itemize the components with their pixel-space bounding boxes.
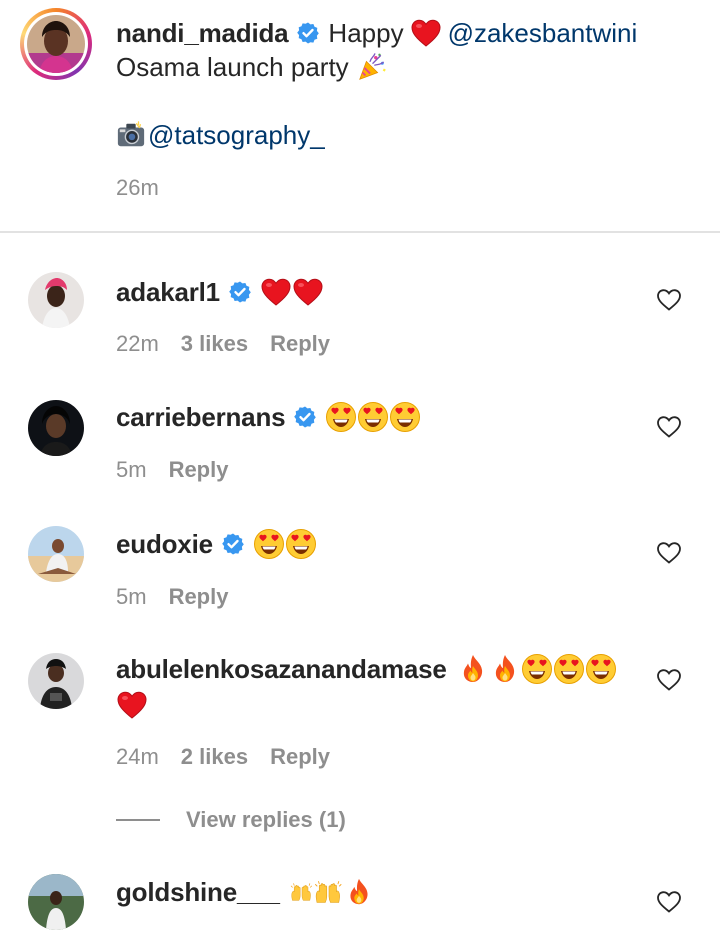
comment-timestamp: 22m bbox=[116, 331, 159, 356]
avatar[interactable] bbox=[28, 874, 84, 930]
raised-hands-emoji-icon bbox=[290, 880, 314, 904]
like-heart-icon[interactable] bbox=[656, 288, 682, 312]
comment-likes-count[interactable]: 3 likes bbox=[181, 331, 248, 357]
reply-button[interactable]: Reply bbox=[270, 744, 330, 770]
heart-eyes-emoji-icon bbox=[253, 528, 285, 560]
avatar[interactable] bbox=[28, 400, 84, 456]
avatar[interactable] bbox=[28, 653, 84, 709]
view-replies-button[interactable]: View replies (1) bbox=[186, 807, 346, 833]
party-popper-emoji-icon bbox=[357, 52, 387, 82]
red-heart-emoji-icon bbox=[260, 277, 292, 307]
fire-emoji-icon bbox=[457, 653, 489, 685]
fire-emoji-icon bbox=[489, 653, 521, 685]
verified-badge-icon bbox=[296, 21, 320, 45]
heart-eyes-emoji-icon bbox=[553, 653, 585, 685]
caption-divider bbox=[0, 231, 720, 233]
red-heart-emoji-icon bbox=[116, 690, 148, 720]
post-caption: nandi_madida Happy @zakesbantwini Osama … bbox=[0, 0, 720, 232]
photographer-mention-link[interactable]: @tatsography_ bbox=[148, 120, 325, 151]
like-heart-icon[interactable] bbox=[656, 668, 682, 692]
view-replies-divider bbox=[116, 819, 160, 821]
fire-emoji-icon bbox=[344, 877, 374, 907]
comment-timestamp: 5m bbox=[116, 584, 147, 609]
story-ring-avatar[interactable] bbox=[20, 8, 92, 80]
red-heart-emoji-icon bbox=[410, 18, 442, 48]
reply-button[interactable]: Reply bbox=[169, 457, 229, 483]
comment-username[interactable]: goldshine___ bbox=[116, 877, 280, 908]
like-heart-icon[interactable] bbox=[656, 890, 682, 914]
verified-badge-icon bbox=[221, 532, 245, 556]
comment-username[interactable]: abulelenkosazanandamase bbox=[116, 654, 447, 685]
verified-badge-icon bbox=[228, 280, 252, 304]
comment-likes-count[interactable]: 2 likes bbox=[181, 744, 248, 770]
comment-username[interactable]: eudoxie bbox=[116, 529, 213, 560]
like-heart-icon[interactable] bbox=[656, 415, 682, 439]
avatar[interactable] bbox=[28, 272, 84, 328]
avatar bbox=[27, 15, 85, 73]
post-timestamp: 26m bbox=[116, 175, 159, 200]
reply-button[interactable]: Reply bbox=[169, 584, 229, 610]
heart-eyes-emoji-icon bbox=[389, 401, 421, 433]
raised-hands-emoji-icon bbox=[314, 880, 344, 904]
heart-eyes-emoji-icon bbox=[325, 401, 357, 433]
comment-username[interactable]: adakarl1 bbox=[116, 277, 220, 308]
comment-timestamp: 5m bbox=[116, 457, 147, 482]
caption-mention-link[interactable]: @zakesbantwini bbox=[448, 18, 638, 49]
post-author-username[interactable]: nandi_madida bbox=[116, 18, 289, 49]
comment-timestamp: 24m bbox=[116, 744, 159, 769]
heart-eyes-emoji-icon bbox=[357, 401, 389, 433]
caption-prefix: Happy bbox=[328, 17, 404, 48]
camera-flash-emoji-icon bbox=[116, 120, 146, 150]
comment-username[interactable]: carriebernans bbox=[116, 402, 286, 433]
avatar[interactable] bbox=[28, 526, 84, 582]
red-heart-emoji-icon bbox=[292, 277, 324, 307]
heart-eyes-emoji-icon bbox=[285, 528, 317, 560]
like-heart-icon[interactable] bbox=[656, 541, 682, 565]
heart-eyes-emoji-icon bbox=[521, 653, 553, 685]
heart-eyes-emoji-icon bbox=[585, 653, 617, 685]
caption-line-2: Osama launch party bbox=[116, 51, 349, 82]
reply-button[interactable]: Reply bbox=[270, 331, 330, 357]
verified-badge-icon bbox=[293, 405, 317, 429]
